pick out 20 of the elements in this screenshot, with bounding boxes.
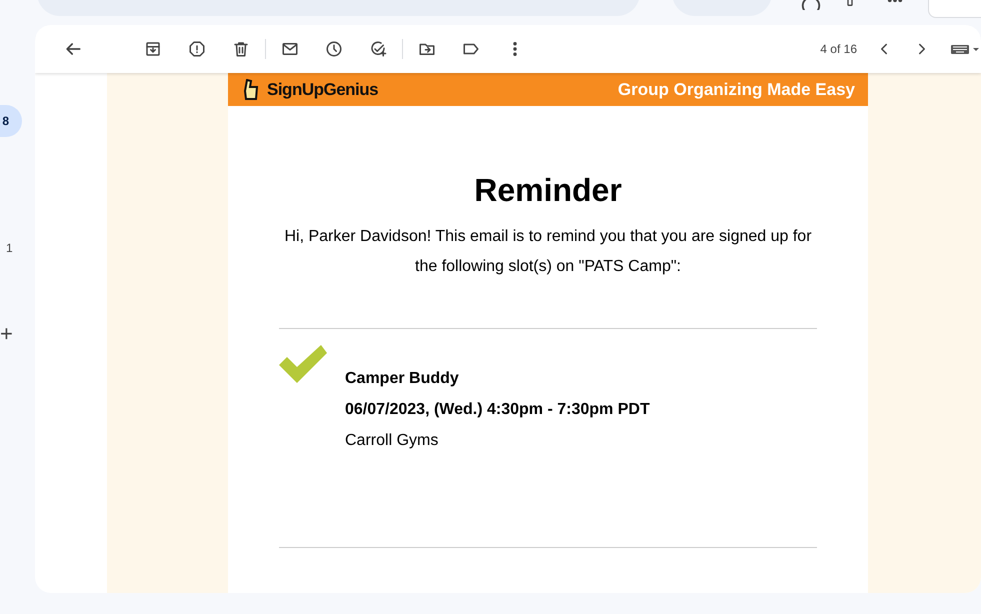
- delete-icon[interactable]: [232, 40, 250, 58]
- report-icon[interactable]: [188, 40, 206, 58]
- clock-icon[interactable]: [325, 40, 343, 58]
- add-button[interactable]: +: [0, 323, 14, 345]
- mail-icon[interactable]: [281, 40, 299, 58]
- add-task-icon[interactable]: [369, 40, 387, 58]
- archive-icon[interactable]: [144, 40, 162, 58]
- reminder-message: Hi, Parker Davidson! This email is to remind you that you are signed up for the following slot(s) on "PATS Camp":: [283, 227, 813, 277]
- pagination-label: 4 of 16: [820, 42, 857, 56]
- thumbs-up-icon: [241, 78, 261, 100]
- email-title: Reminder: [474, 172, 622, 208]
- slot-name: Camper Buddy: [345, 369, 460, 389]
- brand-logo: SignUpGenius: [267, 80, 378, 100]
- slot-date: 06/07/2023, (Wed.) 4:30pm - 7:30pm PDT: [345, 400, 650, 420]
- slot-location: Carroll Gyms: [345, 431, 440, 451]
- unread-badge[interactable]: 8: [0, 105, 22, 137]
- tagline: Group Organizing Made Easy: [618, 80, 855, 100]
- keyboard-icon[interactable]: [951, 43, 981, 55]
- checkmark-icon: [279, 345, 329, 385]
- count-label: 1: [6, 241, 12, 255]
